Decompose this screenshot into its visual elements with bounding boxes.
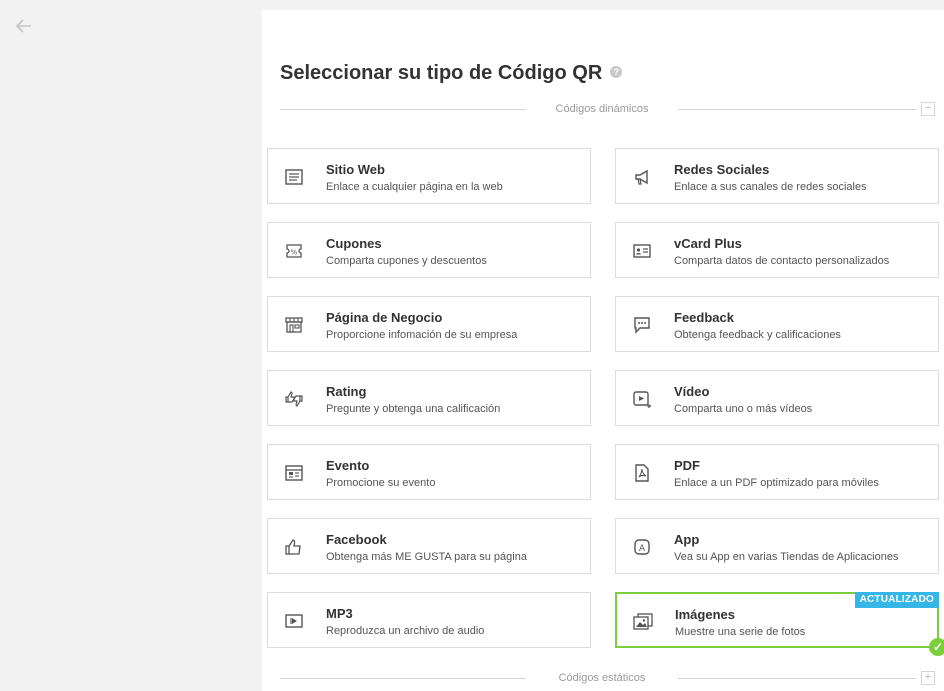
qr-type-card-pagina-de-negocio[interactable]: Página de Negocio Proporcione infomación … [267, 296, 591, 352]
card-title: MP3 [326, 606, 353, 621]
card-description: Obtenga feedback y calificaciones [674, 329, 841, 341]
card-title: Feedback [674, 310, 734, 325]
svg-text:A: A [639, 544, 646, 554]
storefront-icon [284, 315, 304, 335]
card-title: Vídeo [674, 384, 710, 399]
card-description: Enlace a un PDF optimizado para móviles [674, 477, 879, 489]
qr-type-card-app[interactable]: A App Vea su App en varias Tiendas de Apli… [615, 518, 939, 574]
card-title: Evento [326, 458, 370, 473]
selected-check-icon: ✓ [929, 638, 944, 656]
card-description: Enlace a sus canales de redes sociales [674, 181, 867, 193]
card-title: Página de Negocio [326, 310, 443, 325]
qr-type-card-sitio-web[interactable]: Sitio Web Enlace a cualquier página en la… [267, 148, 591, 204]
pdf-icon [632, 463, 652, 483]
page-title: Seleccionar su tipo de Código QR? [280, 62, 623, 85]
card-description: Promocione su evento [326, 477, 436, 489]
qr-type-card-evento[interactable]: Evento Promocione su evento [267, 444, 591, 500]
collapse-dynamic-button[interactable]: − [921, 102, 935, 116]
video-play-icon [632, 389, 652, 409]
card-title: Cupones [326, 236, 382, 251]
card-title: Redes Sociales [674, 162, 770, 177]
card-title: App [674, 532, 700, 547]
card-title: PDF [674, 458, 700, 473]
app-icon: A [632, 537, 652, 557]
qr-type-card-feedback[interactable]: Feedback Obtenga feedback y calificacione… [615, 296, 939, 352]
card-title: Imágenes [675, 607, 735, 622]
card-description: Comparta datos de contacto personalizado… [674, 255, 890, 267]
card-description: Muestre una serie de fotos [675, 626, 806, 638]
card-description: Proporcione infomación de su empresa [326, 329, 518, 341]
card-description: Comparta cupones y descuentos [326, 255, 487, 267]
section-dynamic-header: Códigos dinámicos − [280, 102, 935, 116]
qr-type-card-rating[interactable]: Rating Pregunte y obtenga una calificació… [267, 370, 591, 426]
qr-type-card-video[interactable]: Vídeo Comparta uno o más vídeos [615, 370, 939, 426]
section-static-header: Códigos estáticos + [280, 671, 935, 685]
expand-static-button[interactable]: + [921, 671, 935, 685]
section-dynamic-label: Códigos dinámicos [555, 103, 649, 115]
megaphone-icon [632, 167, 652, 187]
qr-type-card-facebook[interactable]: Facebook Obtenga más ME GUSTA para su pág… [267, 518, 591, 574]
qr-type-card-pdf[interactable]: PDF Enlace a un PDF optimizado para móvil… [615, 444, 939, 500]
section-static-label: Códigos estáticos [558, 672, 646, 684]
card-description: Pregunte y obtenga una calificación [326, 403, 501, 415]
back-arrow-icon[interactable] [14, 16, 38, 36]
card-description: Vea su App en varias Tiendas de Aplicaci… [674, 551, 899, 563]
qr-type-card-redes-sociales[interactable]: Redes Sociales Enlace a sus canales de re… [615, 148, 939, 204]
qr-type-card-imagenes[interactable]: Imágenes Muestre una serie de fotos ACTUAL… [615, 592, 944, 656]
page-title-text: Seleccionar su tipo de Código QR [280, 62, 603, 84]
card-title: Rating [326, 384, 367, 399]
card-description: Comparta uno o más vídeos [674, 403, 813, 415]
calendar-icon [284, 463, 304, 483]
card-title: Facebook [326, 532, 387, 547]
chat-bubble-icon [632, 315, 652, 335]
qr-type-card-mp3[interactable]: MP3 Reproduzca un archivo de audio [267, 592, 591, 648]
images-icon [633, 612, 653, 632]
card-description: Obtenga más ME GUSTA para su página [326, 551, 527, 563]
qr-type-card-cupones[interactable]: % Cupones Comparta cupones y descuentos [267, 222, 591, 278]
thumbs-up-down-icon [284, 389, 304, 409]
contact-card-icon [632, 241, 652, 261]
card-title: vCard Plus [674, 236, 742, 251]
qr-type-panel: Seleccionar su tipo de Código QR? Código… [262, 10, 944, 691]
help-icon[interactable]: ? [610, 65, 623, 78]
audio-play-icon [284, 611, 304, 631]
card-description: Reproduzca un archivo de audio [326, 625, 485, 637]
svg-text:%: % [291, 249, 298, 257]
card-description: Enlace a cualquier página en la web [326, 181, 503, 193]
thumbs-up-icon [284, 537, 304, 557]
updated-badge: ACTUALIZADO [854, 592, 939, 608]
qr-type-card-vcard-plus[interactable]: vCard Plus Comparta datos de contacto per… [615, 222, 939, 278]
card-title: Sitio Web [326, 162, 385, 177]
coupon-icon: % [284, 241, 304, 261]
website-icon [284, 167, 304, 187]
